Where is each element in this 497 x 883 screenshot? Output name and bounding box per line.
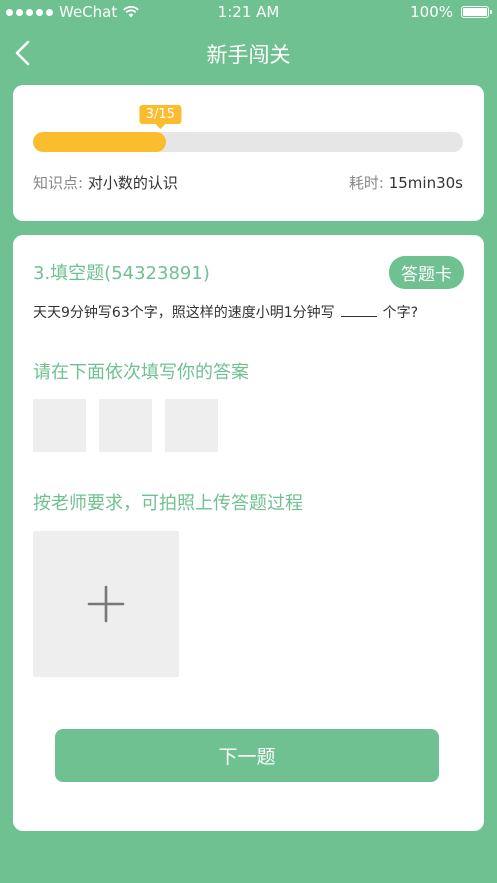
answer-card-button[interactable]: 答题卡 [389, 256, 464, 289]
battery-icon [461, 6, 492, 18]
answer-boxes [33, 399, 218, 452]
page-title: 新手闯关 [206, 43, 291, 67]
answer-box-2[interactable] [99, 399, 152, 452]
question-blank [340, 316, 377, 317]
next-question-button[interactable]: 下一题 [55, 729, 439, 782]
question-card: 3.填空题(54323891) 答题卡 天天9分钟写63个字，照这样的速度小明1… [13, 235, 484, 831]
question-text-before: 天天9分钟写63个字，照这样的速度小明1分钟写 [33, 305, 335, 321]
progress-bar [33, 132, 463, 152]
battery-percent: 100% [410, 3, 453, 21]
progress-badge: 3/15 [139, 105, 181, 129]
time-spent: 耗时: 15min30s [349, 172, 463, 193]
progress-card: 3/15 知识点: 对小数的认识 耗时: 15min30s [13, 85, 484, 221]
time-spent-label: 耗时: [348, 174, 384, 192]
answer-box-3[interactable] [165, 399, 218, 452]
nav-bar: 新手闯关 [0, 24, 497, 82]
plus-icon [87, 585, 125, 623]
progress-fill [33, 132, 167, 152]
answer-section-label: 请在下面依次填写你的答案 [33, 362, 249, 383]
knowledge-point: 知识点: 对小数的认识 [33, 172, 178, 193]
status-bar: WeChat 1:21 AM 100% [0, 0, 497, 24]
knowledge-value: 对小数的认识 [87, 174, 178, 192]
upload-section-label: 按老师要求，可拍照上传答题过程 [33, 493, 303, 514]
upload-photo-button[interactable] [33, 531, 179, 677]
time-spent-value: 15min30s [388, 174, 463, 192]
answer-box-1[interactable] [33, 399, 86, 452]
status-right: 100% [410, 3, 492, 21]
knowledge-label: 知识点: [33, 174, 84, 192]
question-title: 3.填空题(54323891) [33, 263, 210, 284]
question-text: 天天9分钟写63个字，照这样的速度小明1分钟写 个字? [33, 302, 418, 322]
question-text-after: 个字? [382, 305, 419, 321]
